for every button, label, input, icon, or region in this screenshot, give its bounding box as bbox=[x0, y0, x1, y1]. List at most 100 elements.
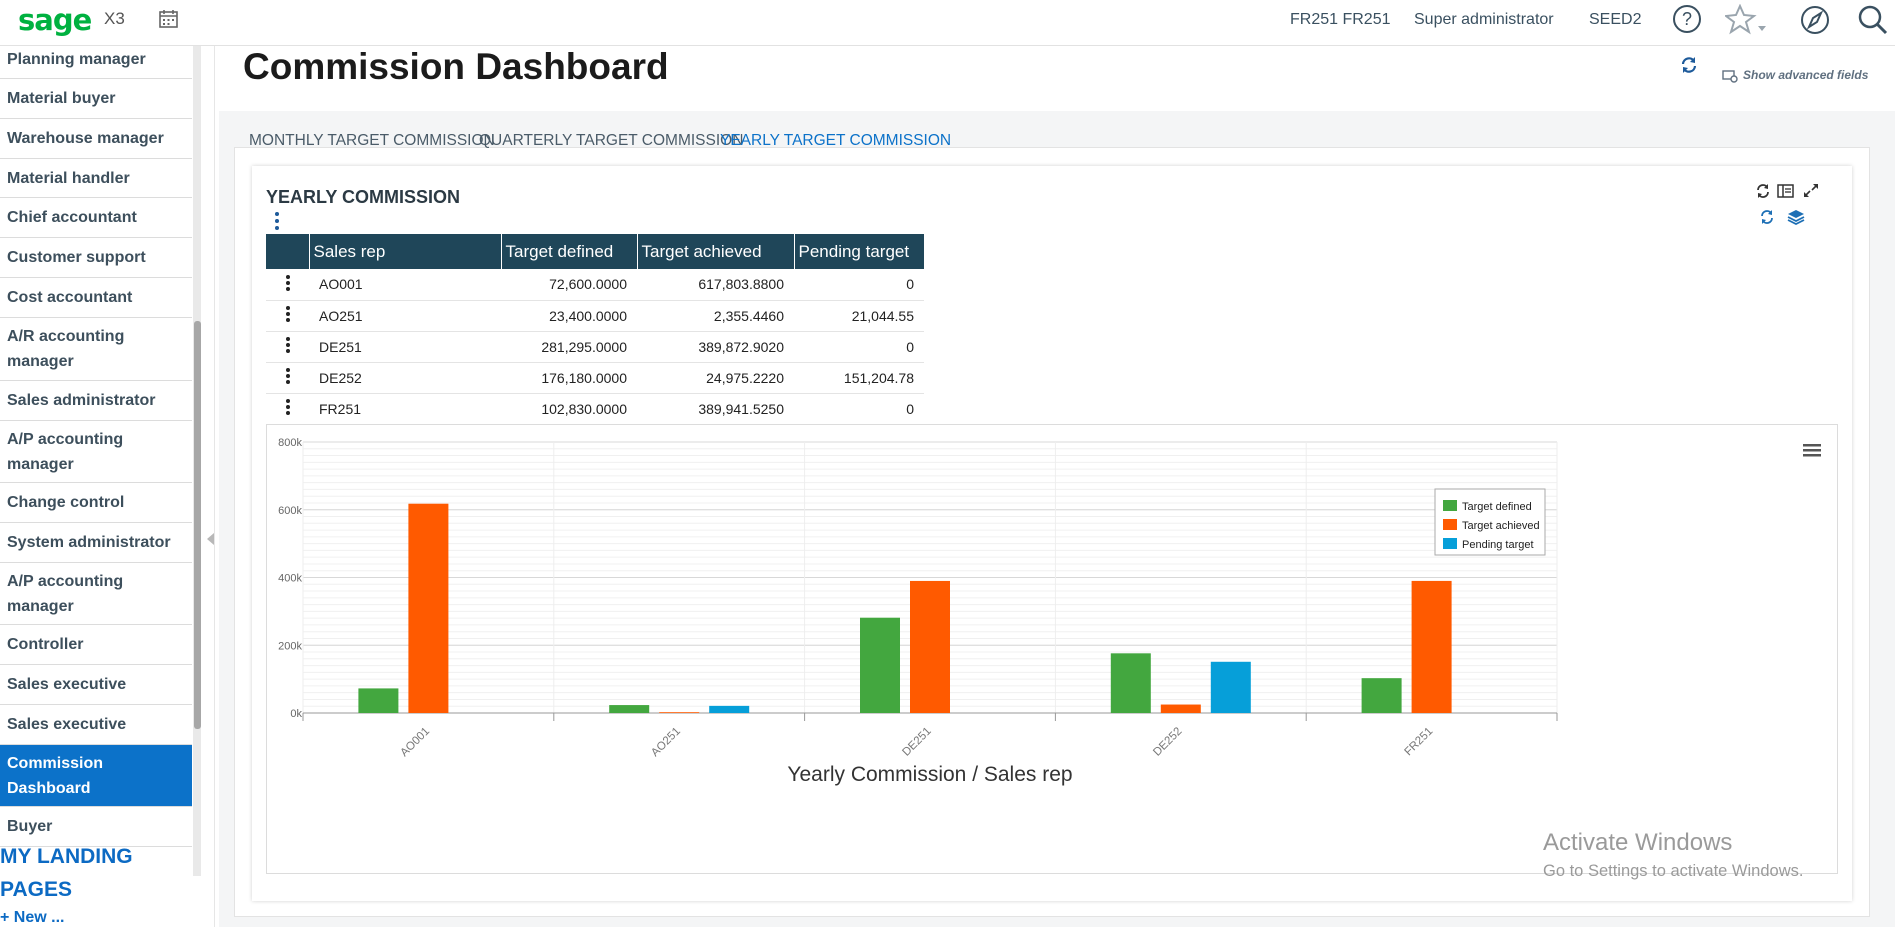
x-axis-title: Yearly Commission / Sales rep bbox=[787, 763, 1072, 786]
legend-label: Target defined bbox=[1462, 501, 1532, 513]
bar-target-defined bbox=[358, 688, 399, 713]
cell-sales-rep: AO001 bbox=[309, 269, 501, 301]
sidebar-divider bbox=[214, 46, 215, 927]
refresh-page-icon[interactable] bbox=[1680, 56, 1698, 74]
table-row[interactable]: FR251 102,830.0000 389,941.5250 0 bbox=[266, 393, 924, 425]
row-menu-kebab-icon[interactable] bbox=[266, 393, 309, 425]
row-menu-kebab-icon[interactable] bbox=[266, 362, 309, 394]
sidebar-item[interactable]: A/P accounting manager bbox=[0, 563, 192, 625]
cell-pending-target: 0 bbox=[794, 393, 924, 425]
row-menu-kebab-icon[interactable] bbox=[266, 300, 309, 332]
y-tick-label: 800k bbox=[278, 437, 302, 449]
row-menu-kebab-icon[interactable] bbox=[266, 269, 309, 301]
role-selector[interactable]: Super administrator bbox=[1414, 11, 1554, 29]
bar-pending-target bbox=[709, 705, 750, 713]
sidebar-item[interactable]: A/R accounting manager bbox=[0, 318, 192, 381]
card-menu-kebab-icon[interactable] bbox=[274, 211, 280, 231]
bar-target-defined bbox=[1110, 653, 1151, 713]
show-advanced-fields-link[interactable]: Show advanced fields bbox=[1722, 68, 1868, 82]
sidebar-item[interactable]: Material handler bbox=[0, 159, 192, 198]
y-tick-label: 200k bbox=[278, 640, 302, 652]
expand-icon[interactable] bbox=[1802, 183, 1820, 199]
table-row[interactable]: AO251 23,400.0000 2,355.4460 21,044.55 bbox=[266, 300, 924, 332]
new-landing-page-link[interactable]: + New ... bbox=[0, 909, 64, 927]
column-header-sales-rep[interactable]: Sales rep bbox=[309, 234, 502, 269]
compass-icon[interactable] bbox=[1799, 4, 1831, 36]
card-view-icon[interactable] bbox=[1777, 183, 1795, 199]
cell-target-defined: 72,600.0000 bbox=[501, 269, 637, 301]
my-landing-pages-heading: MY LANDING PAGES bbox=[0, 845, 133, 901]
yearly-commission-chart: 0k 200k 400k 600k 800k AO001 AO251 DE251 DE252 FR… bbox=[266, 424, 1838, 874]
collapse-sidebar-arrow-icon[interactable] bbox=[207, 533, 214, 545]
cell-pending-target: 151,204.78 bbox=[794, 362, 924, 394]
card-toolbar bbox=[1755, 183, 1820, 204]
sidebar-item[interactable]: Warehouse manager bbox=[0, 119, 192, 159]
x-tick-label: DE252 bbox=[1151, 725, 1184, 758]
x-tick-label: AO251 bbox=[649, 725, 683, 759]
x-tick-label: DE251 bbox=[900, 725, 933, 758]
table-body: AO001 72,600.0000 617,803.8800 0 AO251 23,400… bbox=[266, 269, 924, 425]
windows-activation-watermark-text: Go to Settings to activate Windows. bbox=[1543, 862, 1804, 880]
sidebar-scrollbar-thumb[interactable] bbox=[194, 321, 201, 729]
sidebar-item[interactable]: System administrator bbox=[0, 523, 192, 563]
column-header-pending-target[interactable]: Pending target bbox=[794, 234, 925, 269]
chart-toolbar bbox=[1759, 209, 1805, 230]
cell-pending-target: 0 bbox=[794, 269, 924, 301]
cell-target-achieved: 24,975.2220 bbox=[637, 362, 794, 394]
bar-target-achieved bbox=[1160, 704, 1201, 713]
chart-canvas: 0k 200k 400k 600k 800k AO001 AO251 DE251 DE252 FR… bbox=[278, 437, 1558, 786]
commission-table: Sales rep Target defined Target achieved… bbox=[266, 234, 925, 425]
cell-target-achieved: 617,803.8800 bbox=[637, 269, 794, 301]
sidebar-item[interactable]: Cost accountant bbox=[0, 278, 192, 318]
sidebar-item[interactable]: Controller bbox=[0, 625, 192, 665]
table-row[interactable]: DE252 176,180.0000 24,975.2220 151,204.78 bbox=[266, 362, 924, 394]
cell-sales-rep: DE251 bbox=[309, 331, 501, 363]
sidebar-item[interactable]: Chief accountant bbox=[0, 198, 192, 238]
user-code[interactable]: FR251 FR251 bbox=[1290, 11, 1391, 29]
folder-selector[interactable]: SEED2 bbox=[1589, 11, 1641, 29]
legend-swatch bbox=[1443, 500, 1457, 511]
row-menu-kebab-icon[interactable] bbox=[266, 331, 309, 363]
legend-swatch bbox=[1443, 519, 1457, 530]
y-tick-label: 400k bbox=[278, 573, 302, 585]
layers-icon[interactable] bbox=[1787, 209, 1805, 226]
sidebar-item[interactable]: Sales executive bbox=[0, 705, 192, 745]
sidebar-item[interactable]: A/P accounting manager bbox=[0, 421, 192, 483]
bar-target-achieved bbox=[659, 712, 700, 713]
sidebar-item[interactable]: Customer support bbox=[0, 238, 192, 278]
cell-target-achieved: 389,941.5250 bbox=[637, 393, 794, 425]
help-icon[interactable]: ? bbox=[1672, 4, 1702, 34]
table-row[interactable]: AO001 72,600.0000 617,803.8800 0 bbox=[266, 269, 924, 301]
page-header: Commission Dashboard Show advanced field… bbox=[219, 46, 1895, 111]
cell-sales-rep: AO251 bbox=[309, 300, 501, 332]
bar-target-achieved bbox=[910, 580, 950, 713]
sidebar-item[interactable]: Sales administrator bbox=[0, 381, 192, 421]
refresh-card-icon[interactable] bbox=[1755, 183, 1771, 199]
bar-pending-target bbox=[1210, 661, 1251, 713]
sidebar-item[interactable]: Material buyer bbox=[0, 79, 192, 119]
sidebar-item[interactable]: Commission Dashboard bbox=[0, 745, 192, 807]
search-icon[interactable] bbox=[1857, 4, 1889, 36]
refresh-chart-icon[interactable] bbox=[1759, 209, 1775, 225]
chart-menu-hamburger-icon[interactable] bbox=[1802, 442, 1822, 458]
x-tick-label: FR251 bbox=[1402, 725, 1435, 758]
column-header-target-achieved[interactable]: Target achieved bbox=[637, 234, 795, 269]
calendar-icon[interactable] bbox=[158, 9, 180, 29]
table-row[interactable]: DE251 281,295.0000 389,872.9020 0 bbox=[266, 331, 924, 363]
sidebar-item[interactable]: Planning manager bbox=[0, 46, 192, 79]
column-header-target-defined[interactable]: Target defined bbox=[501, 234, 638, 269]
cell-target-defined: 281,295.0000 bbox=[501, 331, 637, 363]
row-menu-header bbox=[266, 234, 310, 269]
legend-label: Pending target bbox=[1462, 539, 1534, 551]
sidebar-item[interactable]: Sales executive bbox=[0, 665, 192, 705]
y-tick-label: 0k bbox=[290, 708, 302, 720]
favorites-star-icon[interactable] bbox=[1725, 4, 1769, 38]
sidebar: Planning manager Material buyer Warehouse … bbox=[0, 46, 205, 927]
sidebar-list: Planning manager Material buyer Warehouse … bbox=[0, 46, 192, 847]
cell-target-defined: 102,830.0000 bbox=[501, 393, 637, 425]
bar-target-defined bbox=[609, 705, 650, 713]
cell-target-achieved: 2,355.4460 bbox=[637, 300, 794, 332]
sidebar-item[interactable]: Change control bbox=[0, 483, 192, 523]
bar-target-defined bbox=[860, 617, 900, 713]
sage-logo[interactable]: sage bbox=[18, 3, 92, 37]
